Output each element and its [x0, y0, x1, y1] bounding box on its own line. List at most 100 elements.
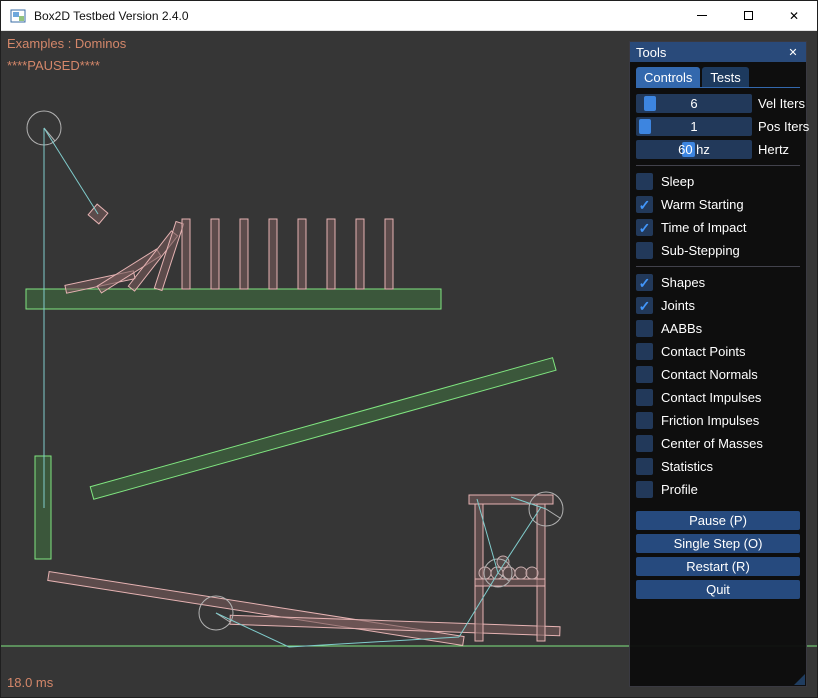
checkbox-row-aabbs[interactable]: AABBs	[636, 319, 800, 338]
checkbox-row-contact-normals[interactable]: Contact Normals	[636, 365, 800, 384]
tools-panel-titlebar[interactable]: Tools ✕	[630, 42, 806, 62]
restart-button[interactable]: Restart (R)	[636, 557, 800, 576]
separator	[636, 165, 800, 166]
domino	[385, 219, 393, 289]
window-controls: ✕	[679, 1, 817, 30]
radius-line	[546, 509, 560, 518]
checkbox-row-statistics[interactable]: Statistics	[636, 457, 800, 476]
checkbox-joints[interactable]: ✓	[636, 297, 653, 314]
checkbox-label: AABBs	[661, 321, 702, 336]
checkbox-row-shapes[interactable]: ✓Shapes	[636, 273, 800, 292]
window-title: Box2D Testbed Version 2.4.0	[34, 9, 189, 23]
checkbox-label: Contact Impulses	[661, 390, 761, 405]
checkbox-sub-stepping[interactable]	[636, 242, 653, 259]
checkbox-row-time-of-impact[interactable]: ✓ Time of Impact	[636, 218, 800, 237]
long-plank	[48, 572, 464, 646]
checkbox-row-contact-impulses[interactable]: Contact Impulses	[636, 388, 800, 407]
pos-iters-row: 1 Pos Iters	[636, 117, 800, 136]
checkbox-label: Statistics	[661, 459, 713, 474]
ball	[515, 567, 527, 579]
checkbox-row-sleep[interactable]: Sleep	[636, 172, 800, 191]
tools-tabbar: Controls Tests	[636, 66, 800, 88]
frame-top-bar	[469, 495, 553, 504]
simulation-canvas[interactable]: Examples : Dominos ****PAUSED**** 18.0 m…	[1, 31, 818, 698]
hertz-label: Hertz	[758, 142, 789, 157]
close-icon: ✕	[789, 10, 799, 22]
frame-time-label: 18.0 ms	[7, 675, 53, 690]
vel-iters-label: Vel Iters	[758, 96, 805, 111]
app-window: Box2D Testbed Version 2.4.0 ✕	[0, 0, 818, 698]
window-titlebar[interactable]: Box2D Testbed Version 2.4.0 ✕	[1, 1, 817, 31]
joint-line	[44, 128, 98, 214]
domino	[240, 219, 248, 289]
checkbox-label: Joints	[661, 298, 695, 313]
checkbox-row-contact-points[interactable]: Contact Points	[636, 342, 800, 361]
checkbox-label: Contact Normals	[661, 367, 758, 382]
app-icon	[10, 8, 26, 24]
domino	[211, 219, 219, 289]
checkbox-label: Warm Starting	[661, 197, 744, 212]
pause-button[interactable]: Pause (P)	[636, 511, 800, 530]
checkbox-row-warm-starting[interactable]: ✓ Warm Starting	[636, 195, 800, 214]
checkbox-shapes[interactable]: ✓	[636, 274, 653, 291]
checkbox-row-joints[interactable]: ✓ Joints	[636, 296, 800, 315]
tab-controls[interactable]: Controls	[636, 67, 700, 87]
check-icon: ✓	[639, 198, 651, 212]
pos-iters-slider[interactable]: 1	[636, 117, 752, 136]
checkbox-row-friction-impulses[interactable]: Friction Impulses	[636, 411, 800, 430]
checkbox-row-sub-stepping[interactable]: Sub-Stepping	[636, 241, 800, 260]
checkbox-time-of-impact[interactable]: ✓	[636, 219, 653, 236]
inclined-plank	[90, 358, 556, 500]
close-button[interactable]: ✕	[771, 1, 817, 30]
checkbox-row-center-of-masses[interactable]: Center of Masses	[636, 434, 800, 453]
check-icon: ✓	[639, 276, 651, 290]
checkbox-label: Profile	[661, 482, 698, 497]
maximize-button[interactable]	[725, 1, 771, 30]
hertz-slider[interactable]: 60 hz	[636, 140, 752, 159]
single-step-button[interactable]: Single Step (O)	[636, 534, 800, 553]
vertical-plank	[35, 456, 51, 559]
checkbox-contact-impulses[interactable]	[636, 389, 653, 406]
tools-panel-body: Controls Tests 6 Vel Iters 1 Pos Iters	[630, 62, 806, 599]
resize-grip[interactable]	[794, 674, 805, 685]
separator	[636, 266, 800, 267]
domino	[327, 219, 335, 289]
tools-close-icon[interactable]: ✕	[786, 46, 800, 59]
tab-tests[interactable]: Tests	[702, 67, 748, 87]
checkbox-label: Contact Points	[661, 344, 746, 359]
check-icon: ✓	[639, 299, 651, 313]
domino	[182, 219, 190, 289]
panel-buttons: Pause (P) Single Step (O) Restart (R) Qu…	[636, 511, 800, 599]
domino	[298, 219, 306, 289]
balls	[479, 556, 538, 579]
checkbox-warm-starting[interactable]: ✓	[636, 196, 653, 213]
joint-line	[498, 507, 541, 573]
hertz-value: 60 hz	[636, 140, 752, 159]
draw-settings-group: ✓Shapes✓JointsAABBsContact PointsContact…	[636, 273, 800, 499]
vel-iters-row: 6 Vel Iters	[636, 94, 800, 113]
checkbox-row-profile[interactable]: Profile	[636, 480, 800, 499]
checkbox-label: Sub-Stepping	[661, 243, 740, 258]
example-label: Examples : Dominos	[7, 36, 126, 51]
minimize-button[interactable]	[679, 1, 725, 30]
checkbox-center-of-masses[interactable]	[636, 435, 653, 452]
checkbox-friction-impulses[interactable]	[636, 412, 653, 429]
checkbox-label: Time of Impact	[661, 220, 746, 235]
checkbox-statistics[interactable]	[636, 458, 653, 475]
checkbox-profile[interactable]	[636, 481, 653, 498]
ball	[526, 567, 538, 579]
checkbox-aabbs[interactable]	[636, 320, 653, 337]
domino-platform	[26, 289, 441, 309]
checkbox-sleep[interactable]	[636, 173, 653, 190]
pos-iters-label: Pos Iters	[758, 119, 809, 134]
maximize-icon	[744, 11, 753, 20]
tools-panel: Tools ✕ Controls Tests 6 Vel Iters	[629, 41, 807, 687]
domino	[269, 219, 277, 289]
checkbox-contact-normals[interactable]	[636, 366, 653, 383]
vel-iters-slider[interactable]: 6	[636, 94, 752, 113]
tools-panel-title: Tools	[636, 45, 666, 60]
check-icon: ✓	[639, 221, 651, 235]
checkbox-contact-points[interactable]	[636, 343, 653, 360]
quit-button[interactable]: Quit	[636, 580, 800, 599]
minimize-icon	[697, 15, 707, 16]
